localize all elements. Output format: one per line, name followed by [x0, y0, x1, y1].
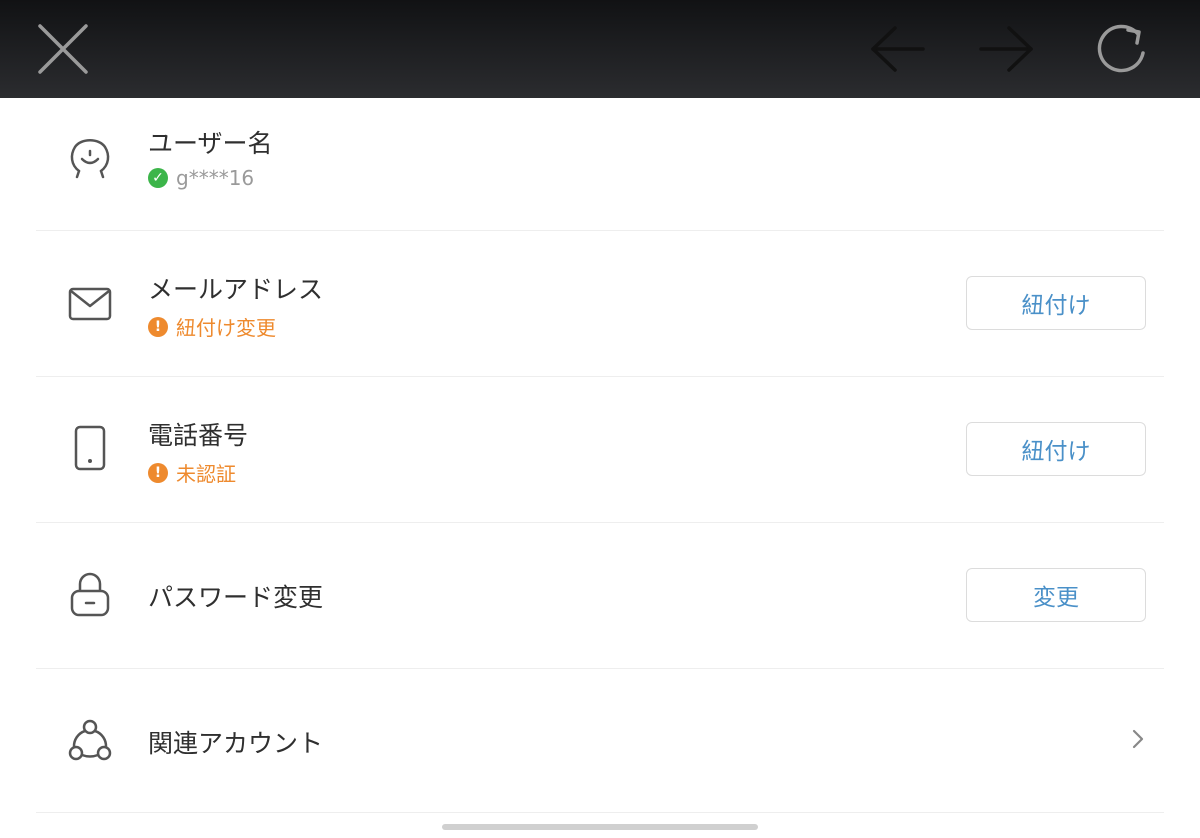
- email-status: ! 紐付け変更: [148, 312, 276, 341]
- account-settings-list: ユーザー名 ✓ g****16 メールアドレス ! 紐付け変更 紐付け 電話番号: [0, 98, 1200, 838]
- username-value: ✓ g****16: [148, 166, 254, 190]
- close-icon: [38, 24, 88, 74]
- email-status-text: 紐付け変更: [176, 316, 276, 340]
- reload-button[interactable]: [1090, 18, 1152, 80]
- exclamation-circle-icon: !: [148, 462, 168, 483]
- phone-status: ! 未認証: [148, 458, 236, 487]
- close-button[interactable]: [32, 18, 94, 80]
- user-face-icon: [64, 132, 116, 184]
- mail-icon: [64, 278, 116, 330]
- home-indicator: [442, 824, 758, 830]
- arrow-left-icon: [871, 26, 925, 72]
- check-circle-icon: ✓: [148, 168, 168, 188]
- arrow-right-icon: [979, 26, 1033, 72]
- chevron-right-icon[interactable]: [1126, 724, 1150, 754]
- row-username: ユーザー名 ✓ g****16: [36, 98, 1164, 231]
- phone-title: 電話番号: [148, 421, 249, 450]
- link-phone-button[interactable]: 紐付け: [966, 422, 1146, 476]
- exclamation-circle-icon: !: [148, 316, 168, 337]
- row-phone: 電話番号 ! 未認証 紐付け: [36, 376, 1164, 523]
- row-linked-accounts[interactable]: 関連アカウント: [36, 668, 1164, 813]
- phone-icon: [64, 422, 116, 474]
- row-email: メールアドレス ! 紐付け変更 紐付け: [36, 230, 1164, 377]
- forward-button[interactable]: [976, 18, 1038, 80]
- username-value-text: g****16: [176, 166, 255, 190]
- browser-toolbar: [0, 0, 1200, 98]
- linked-accounts-icon: [64, 714, 116, 766]
- phone-status-text: 未認証: [176, 462, 236, 486]
- password-title: パスワード変更: [148, 583, 324, 612]
- linked-accounts-title: 関連アカウント: [148, 729, 324, 758]
- lock-icon: [64, 568, 116, 620]
- reload-icon: [1097, 24, 1145, 73]
- link-email-button[interactable]: 紐付け: [966, 276, 1146, 330]
- back-button[interactable]: [866, 18, 928, 80]
- email-title: メールアドレス: [148, 275, 324, 304]
- change-password-button[interactable]: 変更: [966, 568, 1146, 622]
- username-title: ユーザー名: [148, 129, 273, 158]
- row-password: パスワード変更 変更: [36, 522, 1164, 669]
